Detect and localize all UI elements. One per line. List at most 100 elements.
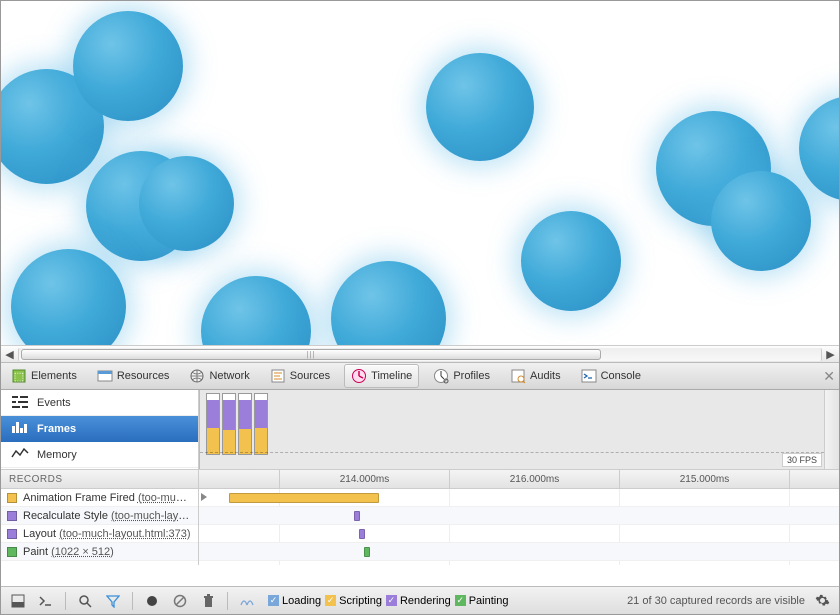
ruler-tick: 214.000ms (789, 470, 840, 488)
tab-profiles[interactable]: Profiles (427, 365, 496, 387)
fps-label: 30 FPS (782, 453, 822, 467)
ball (201, 276, 311, 345)
tab-label: Elements (31, 370, 77, 382)
tab-timeline[interactable]: Timeline (344, 364, 419, 388)
frames-vertical-scrollbar[interactable] (824, 390, 839, 469)
status-text: 21 of 30 captured records are visible (627, 595, 805, 607)
frame-column[interactable] (238, 393, 252, 455)
tab-label: Sources (290, 370, 330, 382)
console-toggle-button[interactable] (35, 591, 57, 611)
records-list: Animation Frame Fired (too-much-...Recal… (1, 489, 199, 565)
record-swatch (7, 529, 17, 539)
sidebar-item-label: Events (37, 397, 71, 409)
search-button[interactable] (74, 591, 96, 611)
scroll-right-button[interactable]: ▶ (822, 347, 839, 362)
record-swatch (7, 493, 17, 503)
filter-rendering[interactable]: ✓Rendering (386, 595, 451, 607)
ball (331, 261, 446, 345)
page-viewport (1, 1, 839, 345)
console-icon (581, 368, 597, 384)
track-row (199, 489, 839, 507)
glue-button[interactable] (236, 591, 258, 611)
tab-audits[interactable]: Audits (504, 365, 567, 387)
scroll-left-button[interactable]: ◀ (1, 347, 18, 362)
tab-console[interactable]: Console (575, 365, 647, 387)
filter-painting[interactable]: ✓Painting (455, 595, 509, 607)
record-row[interactable]: Paint (1022 × 512) (1, 543, 198, 561)
tab-label: Network (209, 370, 249, 382)
ball (11, 249, 126, 345)
ruler-tick: 214.000ms (279, 470, 449, 488)
record-bar[interactable] (359, 529, 365, 539)
memory-icon (11, 446, 29, 463)
tab-label: Console (601, 370, 641, 382)
record-row[interactable]: Recalculate Style (too-much-layou... (1, 507, 198, 525)
elements-icon: ⬚ (11, 368, 27, 384)
frame-column[interactable] (222, 393, 236, 455)
tab-label: Resources (117, 370, 170, 382)
filter-loading[interactable]: ✓Loading (268, 595, 321, 607)
checkbox-icon: ✓ (268, 595, 279, 606)
record-bar[interactable] (229, 493, 379, 503)
close-devtools-button[interactable]: ✕ (823, 368, 835, 385)
sidebar-item-frames[interactable]: Frames (1, 416, 198, 442)
checkbox-icon: ✓ (386, 595, 397, 606)
record-swatch (7, 547, 17, 557)
tab-resources[interactable]: Resources (91, 365, 176, 387)
record-button[interactable] (141, 591, 163, 611)
expand-toggle[interactable] (201, 493, 207, 501)
sources-icon (270, 368, 286, 384)
frames-overview[interactable]: 30 FPS (199, 390, 839, 469)
events-icon (11, 394, 29, 411)
records-tracks[interactable] (199, 489, 839, 565)
track-row (199, 507, 839, 525)
ruler-tick: 216.000ms (449, 470, 619, 488)
record-label: Paint (1022 × 512) (23, 546, 114, 558)
timeline-sidebar: Events Frames Memory (1, 390, 199, 469)
frame-column[interactable] (254, 393, 268, 455)
scroll-track[interactable]: ||| (18, 348, 822, 361)
record-bar[interactable] (354, 511, 360, 521)
devtools-tabbar: ⬚ Elements Resources Network Sources Timeline… (1, 362, 839, 390)
clear-button[interactable] (169, 591, 191, 611)
tab-label: Timeline (371, 370, 412, 382)
ball (521, 211, 621, 311)
ruler-row: RECORDS 214.000ms216.000ms215.000ms214.0… (1, 470, 839, 489)
tab-elements[interactable]: ⬚ Elements (5, 365, 83, 387)
filter-button[interactable] (102, 591, 124, 611)
filter-label: Scripting (339, 595, 382, 607)
dock-button[interactable] (7, 591, 29, 611)
track-row (199, 525, 839, 543)
tab-label: Profiles (453, 370, 490, 382)
checkbox-icon: ✓ (325, 595, 336, 606)
timeline-icon (351, 368, 367, 384)
records-header: RECORDS (1, 470, 199, 488)
horizontal-scrollbar[interactable]: ◀ ||| ▶ (1, 345, 839, 362)
record-row[interactable]: Animation Frame Fired (too-much-... (1, 489, 198, 507)
filter-scripting[interactable]: ✓Scripting (325, 595, 382, 607)
filter-label: Rendering (400, 595, 451, 607)
settings-button[interactable] (811, 593, 833, 608)
tab-label: Audits (530, 370, 561, 382)
garbage-collect-button[interactable] (197, 591, 219, 611)
network-icon (189, 368, 205, 384)
ball (799, 96, 839, 201)
filter-label: Painting (469, 595, 509, 607)
ball (73, 11, 183, 121)
checkbox-icon: ✓ (455, 595, 466, 606)
time-ruler[interactable]: 214.000ms216.000ms215.000ms214.000ms (199, 470, 839, 488)
frames-icon (11, 420, 29, 437)
tab-sources[interactable]: Sources (264, 365, 336, 387)
frame-column[interactable] (206, 393, 220, 455)
ball (426, 53, 534, 161)
scroll-thumb[interactable]: ||| (21, 349, 601, 360)
sidebar-item-events[interactable]: Events (1, 390, 198, 416)
sidebar-item-label: Memory (37, 449, 77, 461)
sidebar-item-memory[interactable]: Memory (1, 442, 198, 468)
record-bar[interactable] (364, 547, 370, 557)
profiles-icon (433, 368, 449, 384)
tab-network[interactable]: Network (183, 365, 255, 387)
record-swatch (7, 511, 17, 521)
record-row[interactable]: Layout (too-much-layout.html:373) (1, 525, 198, 543)
audits-icon (510, 368, 526, 384)
